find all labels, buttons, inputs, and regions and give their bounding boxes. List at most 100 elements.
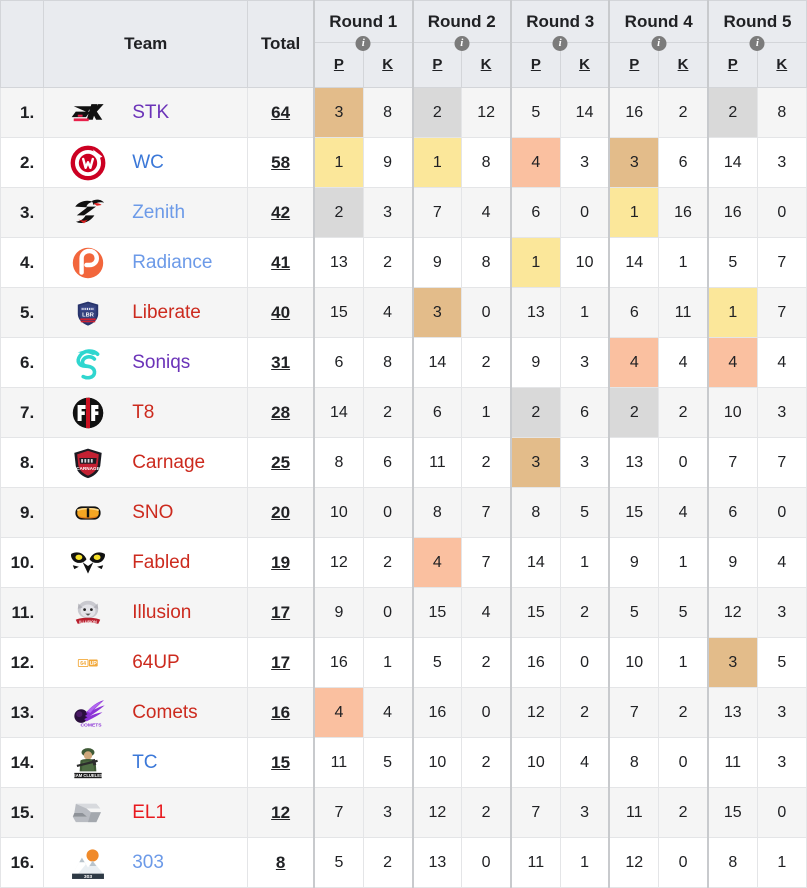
header-round-4-p[interactable]: P: [608, 42, 660, 88]
header-round-2-p[interactable]: P: [411, 42, 463, 88]
header-round-4[interactable]: Round 4 i: [608, 0, 709, 52]
team-cell[interactable]: Soniqs: [43, 337, 249, 388]
header-round-4-k[interactable]: K: [658, 42, 709, 88]
team-name-link[interactable]: 303: [132, 852, 164, 874]
table-row[interactable]: 15. EL1 12 7 3 12 2 7 3 11 2 15 0: [0, 787, 807, 838]
team-name-link[interactable]: Zenith: [132, 202, 185, 224]
team-name-link[interactable]: SNO: [132, 502, 173, 524]
header-round-1[interactable]: Round 1 i: [313, 0, 414, 52]
header-round-2[interactable]: Round 2 i: [411, 0, 512, 52]
placement-cell: 14: [706, 137, 758, 188]
table-row[interactable]: 12. 64 UP 64UP 17 16 1 5 2 16 0 10 1 3 5: [0, 637, 807, 688]
kills-cell: 8: [362, 337, 414, 388]
team-name-link[interactable]: Illusion: [132, 602, 191, 624]
header-round-1-p[interactable]: P: [313, 42, 364, 88]
table-row[interactable]: 9. SNO 20 10 0 8 7 8 5 15 4 6 0: [0, 487, 807, 538]
kills-cell: 4: [461, 187, 512, 238]
header-round-5-p[interactable]: P: [706, 42, 758, 88]
team-cell[interactable]: 64 UP 64UP: [43, 637, 249, 688]
kills-cell: 4: [461, 587, 512, 638]
info-icon[interactable]: i: [355, 36, 371, 52]
team-cell[interactable]: Radiance: [43, 237, 249, 288]
header-team[interactable]: Team: [43, 0, 249, 88]
table-row[interactable]: 16. 303 303 8 5 2 13 0 11 1 12 0 8 1: [0, 837, 807, 888]
team-name-link[interactable]: Comets: [132, 702, 197, 724]
placement-cell: 2: [509, 387, 561, 438]
team-cell[interactable]: ILLUSION Illusion: [43, 587, 249, 638]
rank-cell: 4.: [0, 237, 45, 288]
rank-cell: 14.: [0, 737, 45, 788]
team-cell[interactable]: TEAM CLUELESS TC: [43, 737, 249, 788]
header-round-2-k[interactable]: K: [461, 42, 512, 88]
round-1-label: Round 1: [329, 11, 398, 31]
kills-cell: 1: [461, 387, 512, 438]
team-name-link[interactable]: Liberate: [132, 302, 201, 324]
placement-cell: 9: [608, 537, 660, 588]
team-cell[interactable]: T8: [43, 387, 249, 438]
header-round-5[interactable]: Round 5 i: [706, 0, 807, 52]
header-round-3-p[interactable]: P: [509, 42, 561, 88]
placement-cell: 15: [509, 587, 561, 638]
team-cell[interactable]: EL1: [43, 787, 249, 838]
team-cell[interactable]: STK: [43, 87, 249, 138]
team-cell[interactable]: Zenith: [43, 187, 249, 238]
table-header: Team Total Round 1 i Round 2 i Round 3 i…: [0, 0, 807, 88]
table-row[interactable]: 11. ILLUSION Illusion 17 9 0 15 4 15 2 5 5 12 3: [0, 587, 807, 638]
placement-cell: 2: [608, 387, 660, 438]
table-row[interactable]: 8. CARNAGE Carnage 25 8 6 11 2 3 3 13 0 7 7: [0, 437, 807, 488]
placement-cell: 5: [509, 87, 561, 138]
table-row[interactable]: 14. TEAM CLUELESS TC 15 11 5 10 2 10 4 8 0 11 3: [0, 737, 807, 788]
team-name-link[interactable]: Carnage: [132, 452, 205, 474]
total-cell: 31: [247, 337, 315, 388]
team-cell[interactable]: 303 303: [43, 837, 249, 888]
kills-cell: 2: [461, 437, 512, 488]
kills-cell: 3: [756, 387, 807, 438]
total-value: 12: [271, 802, 291, 822]
kills-cell: 5: [559, 487, 610, 538]
header-rank[interactable]: [0, 0, 45, 88]
placement-cell: 5: [411, 637, 463, 688]
header-round-5-k[interactable]: K: [756, 42, 807, 88]
table-row[interactable]: 5. LBR Liberate 40 15 4 3 0 13 1 6 11 1 7: [0, 287, 807, 338]
team-name-link[interactable]: TC: [132, 752, 157, 774]
team-cell[interactable]: WC: [43, 137, 249, 188]
placement-cell: 16: [411, 687, 463, 738]
team-name-link[interactable]: T8: [132, 402, 154, 424]
team-cell[interactable]: COMETS Comets: [43, 687, 249, 738]
table-row[interactable]: 10. Fabled 19 12 2 4 7 14 1 9 1 9 4: [0, 537, 807, 588]
table-row[interactable]: 1. STK 64 3 8 2 12 5 14 16 2 2 8: [0, 87, 807, 138]
total-cell: 40: [247, 287, 315, 338]
placement-cell: 3: [411, 287, 463, 338]
team-cell[interactable]: Fabled: [43, 537, 249, 588]
team-cell[interactable]: SNO: [43, 487, 249, 538]
info-icon[interactable]: i: [651, 36, 667, 52]
team-name-link[interactable]: Fabled: [132, 552, 190, 574]
table-row[interactable]: 2. WC 58 1 9 1 8 4 3 3 6 14 3: [0, 137, 807, 188]
header-total[interactable]: Total: [247, 0, 315, 88]
header-round-3[interactable]: Round 3 i: [509, 0, 610, 52]
info-icon[interactable]: i: [552, 36, 568, 52]
team-name-link[interactable]: Radiance: [132, 252, 212, 274]
info-icon[interactable]: i: [749, 36, 765, 52]
team-name-link[interactable]: STK: [132, 102, 169, 124]
header-round-3-k[interactable]: K: [559, 42, 610, 88]
placement-cell: 10: [608, 637, 660, 688]
table-row[interactable]: 7. T8 28 14 2 6 1 2 6 2 2 10 3: [0, 387, 807, 438]
team-name-link[interactable]: Soniqs: [132, 352, 190, 374]
rank-cell: 10.: [0, 537, 45, 588]
team-name-link[interactable]: 64UP: [132, 652, 180, 674]
total-cell: 16: [247, 687, 315, 738]
team-cell[interactable]: CARNAGE Carnage: [43, 437, 249, 488]
team-name-link[interactable]: WC: [132, 152, 164, 174]
placement-cell: 6: [706, 487, 758, 538]
info-icon[interactable]: i: [454, 36, 470, 52]
table-row[interactable]: 3. Zenith 42 2 3 7 4 6 0 1 16 16 0: [0, 187, 807, 238]
table-row[interactable]: 4. Radiance 41 13 2 9 8 1 10 14 1 5 7: [0, 237, 807, 288]
team-name-link[interactable]: EL1: [132, 802, 166, 824]
table-row[interactable]: 13. COMETS Comets 16 4 4 16 0 12 2 7 2 13 3: [0, 687, 807, 738]
header-round-1-k[interactable]: K: [362, 42, 414, 88]
table-row[interactable]: 6. Soniqs 31 6 8 14 2 9 3 4 4 4 4: [0, 337, 807, 388]
team-cell[interactable]: LBR Liberate: [43, 287, 249, 338]
rank-cell: 3.: [0, 187, 45, 238]
placement-cell: 12: [706, 587, 758, 638]
